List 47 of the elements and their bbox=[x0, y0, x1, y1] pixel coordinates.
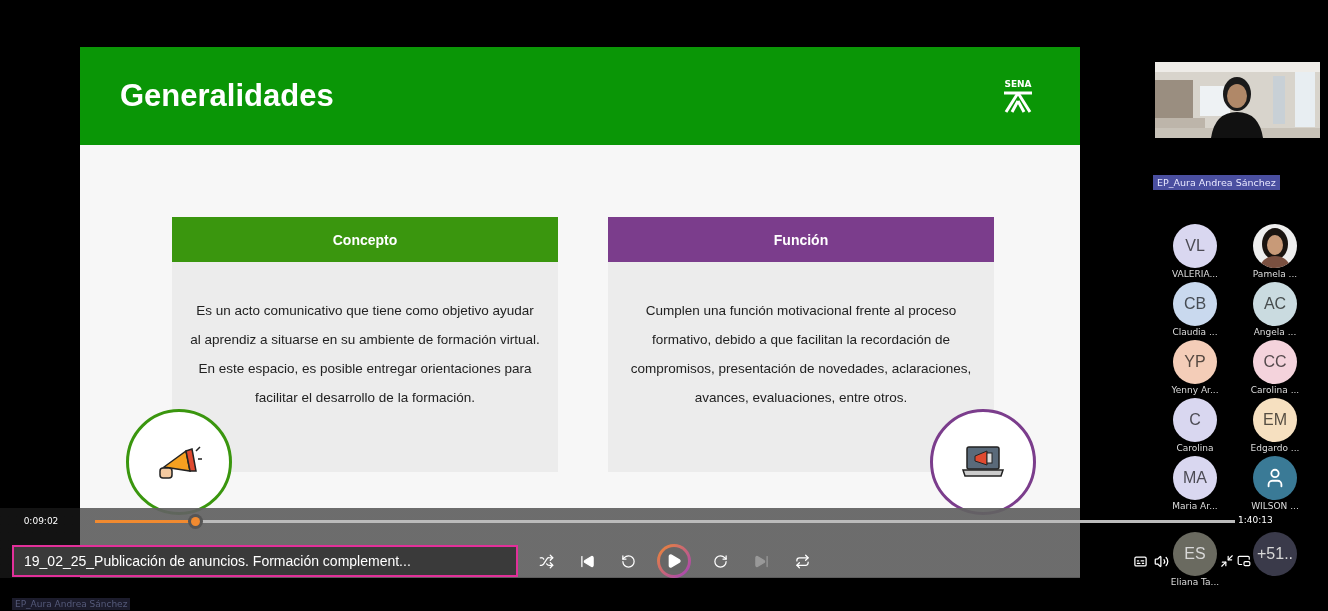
logo-text: SENA bbox=[1004, 79, 1032, 89]
total-duration: 1:40:13 bbox=[1238, 515, 1273, 525]
participant-avatar[interactable]: VL bbox=[1173, 224, 1217, 268]
participant-name: VALERIA... bbox=[1172, 268, 1218, 280]
participant-name: Edgardo ... bbox=[1250, 442, 1300, 454]
participant-avatar[interactable]: YP bbox=[1173, 340, 1217, 384]
card-text: Cumplen una función motivacional frente al proceso formativo, debido a que facilitan la recordación de compromisos, presentación de novedades, aclaraciones, avances, evaluaciones, entre otros. bbox=[629, 302, 973, 407]
participant-name: Maria Ar... bbox=[1172, 500, 1218, 512]
card-text: Es un acto comunicativo que tiene como objetivo ayudar al aprendiz a situarse en su ambiente de formación virtual. En este espacio, es posible entregar orientaciones para facilitar el desarrollo de la formación. bbox=[190, 302, 540, 407]
slide-title: Generalidades bbox=[120, 78, 334, 114]
participant-avatar[interactable]: MA bbox=[1173, 456, 1217, 500]
previous-icon bbox=[579, 553, 595, 569]
shuffle-icon bbox=[538, 553, 554, 569]
presenter-name-tag: EP_Aura Andrea Sánchez bbox=[1153, 175, 1280, 190]
next-icon bbox=[753, 553, 769, 569]
participant-avatar[interactable]: +51.. bbox=[1253, 532, 1297, 576]
volume-icon bbox=[1154, 553, 1169, 569]
card-heading: Concepto bbox=[172, 217, 558, 262]
captions-icon bbox=[1133, 553, 1148, 569]
participant-name: Carolina ... bbox=[1250, 384, 1300, 396]
participant-name: Yenny Ar... bbox=[1171, 384, 1219, 396]
recording-title: 19_02_25_Publicación de anuncios. Formación complement... bbox=[12, 545, 518, 577]
participant-name: WILSON ... bbox=[1251, 500, 1299, 512]
play-icon bbox=[666, 553, 682, 569]
participant-name: Carolina bbox=[1176, 442, 1214, 454]
participant-avatar[interactable]: CB bbox=[1173, 282, 1217, 326]
participant-avatar[interactable]: C bbox=[1173, 398, 1217, 442]
participant-name: Claudia ... bbox=[1172, 326, 1218, 338]
forward-icon bbox=[712, 553, 728, 569]
participant-avatar[interactable]: ES bbox=[1173, 532, 1217, 576]
laptop-megaphone-icon bbox=[961, 444, 1005, 480]
card-heading: Función bbox=[608, 217, 994, 262]
collapse-icon bbox=[1219, 554, 1234, 568]
participant-avatar[interactable] bbox=[1253, 456, 1297, 500]
elapsed-time: 0:09:02 bbox=[22, 516, 60, 526]
participant-name: Eliana Ta... bbox=[1170, 576, 1220, 588]
rewind-icon bbox=[620, 553, 636, 569]
progress-track[interactable] bbox=[95, 519, 1235, 523]
participant-name: Angela ... bbox=[1253, 326, 1297, 338]
repeat-icon bbox=[794, 553, 810, 569]
picture-in-picture-icon bbox=[1236, 554, 1251, 568]
participant-name: Pamela ... bbox=[1252, 268, 1298, 280]
participant-avatar[interactable]: CC bbox=[1253, 340, 1297, 384]
participant-avatar[interactable]: EM bbox=[1253, 398, 1297, 442]
logo-icon bbox=[1001, 89, 1035, 113]
speaker-name-tag: EP_Aura Andrea Sánchez bbox=[12, 598, 131, 610]
participant-avatar[interactable]: AC bbox=[1253, 282, 1297, 326]
